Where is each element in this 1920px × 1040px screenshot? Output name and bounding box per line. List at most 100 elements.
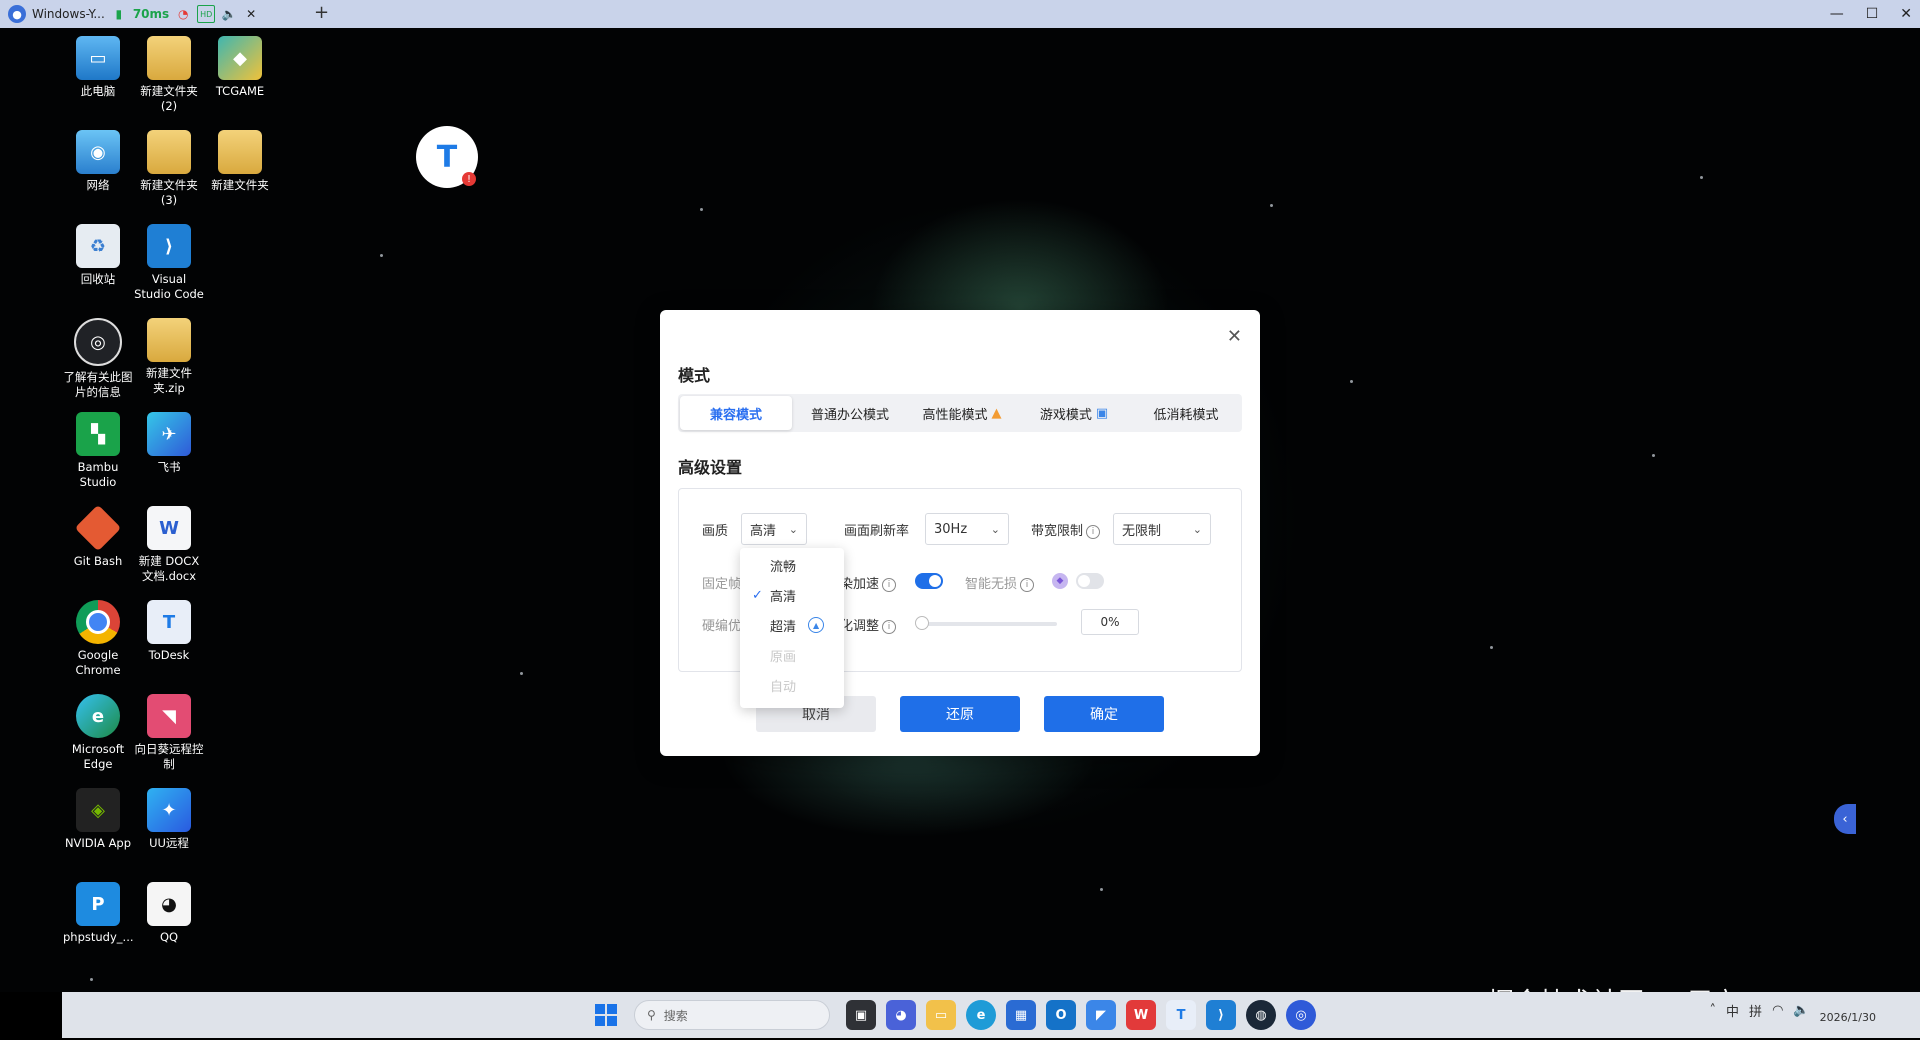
desktop-icon-google-chrome[interactable]: Google Chrome bbox=[63, 600, 133, 678]
record-icon[interactable]: ◔ bbox=[175, 6, 191, 22]
maximize-icon[interactable]: ☐ bbox=[1866, 6, 1879, 22]
close-dialog-icon[interactable]: ✕ bbox=[1227, 326, 1242, 347]
wps-icon[interactable]: W bbox=[1126, 1000, 1156, 1030]
tcgame-icon: ◆ bbox=[218, 36, 262, 80]
quality-option-hd[interactable]: ✓ 高清 bbox=[740, 580, 844, 610]
todesk-taskbar-icon[interactable]: T bbox=[1166, 1000, 1196, 1030]
task-view-icon[interactable]: ▣ bbox=[846, 1000, 876, 1030]
todesk-floating-ball[interactable]: T ! bbox=[416, 126, 478, 188]
desktop-icon-new-folder-2[interactable]: 新建文件夹 (2) bbox=[134, 36, 204, 114]
refresh-rate-select[interactable]: 30Hz ⌄ bbox=[925, 513, 1009, 545]
optimize-percent-input[interactable]: 0% bbox=[1081, 609, 1139, 635]
desktop-icon-qq[interactable]: ◕ QQ bbox=[134, 882, 204, 945]
close-window-icon[interactable]: ✕ bbox=[1900, 6, 1912, 22]
tab-performance-mode[interactable]: 高性能模式 ▲ bbox=[906, 394, 1018, 432]
desktop-icon-microsoft-edge[interactable]: e Microsoft Edge bbox=[63, 694, 133, 772]
steam-icon[interactable]: ◍ bbox=[1246, 1000, 1276, 1030]
outlook-icon[interactable]: O bbox=[1046, 1000, 1076, 1030]
bandwidth-select[interactable]: 无限制 ⌄ bbox=[1113, 513, 1211, 545]
nvidia-icon: ◈ bbox=[76, 788, 120, 832]
desktop-icon-uu-remote[interactable]: ✦ UU远程 bbox=[134, 788, 204, 851]
side-panel-toggle[interactable]: ‹ bbox=[1834, 804, 1856, 834]
edge-icon: e bbox=[76, 694, 120, 738]
vscode-taskbar-icon[interactable]: ⟩ bbox=[1206, 1000, 1236, 1030]
quality-option-uhd[interactable]: 超清 ▲ bbox=[740, 610, 844, 640]
mode-tabs: 兼容模式 普通办公模式 高性能模式 ▲ 游戏模式 ▣ 低消耗模式 bbox=[678, 394, 1242, 432]
desktop-icon-new-folder-zip[interactable]: 新建文件夹.zip bbox=[134, 318, 204, 396]
file-explorer-icon[interactable]: ▭ bbox=[926, 1000, 956, 1030]
store-icon[interactable]: ▦ bbox=[1006, 1000, 1036, 1030]
msi-app-icon[interactable]: ◕ bbox=[886, 1000, 916, 1030]
info-icon[interactable]: i bbox=[882, 620, 897, 634]
render-accel-toggle[interactable] bbox=[915, 573, 943, 589]
desktop-icon-sunlogin[interactable]: ◥ 向日葵远程控制 bbox=[134, 694, 204, 772]
chevron-up-icon[interactable]: ˄ bbox=[1710, 1003, 1717, 1018]
volume-icon[interactable]: 🔈 bbox=[221, 6, 237, 22]
desktop-icon-nvidia-app[interactable]: ◈ NVIDIA App bbox=[63, 788, 133, 851]
option-label: 自动 bbox=[770, 679, 797, 695]
info-icon[interactable]: i bbox=[1020, 578, 1035, 592]
restore-button[interactable]: 还原 bbox=[900, 696, 1020, 732]
tab-game-mode[interactable]: 游戏模式 ▣ bbox=[1018, 394, 1130, 432]
confirm-button[interactable]: 确定 bbox=[1044, 696, 1164, 732]
desktop-icon-network[interactable]: ◉ 网络 bbox=[63, 130, 133, 193]
quality-option-smooth[interactable]: 流畅 bbox=[740, 550, 844, 580]
clock[interactable]: 2026/1/30 bbox=[1820, 996, 1876, 1025]
mode-section-title: 模式 bbox=[678, 366, 711, 385]
edge-taskbar-icon[interactable]: e bbox=[966, 1000, 996, 1030]
desktop-icon-new-folder-3[interactable]: 新建文件夹 (3) bbox=[134, 130, 204, 208]
info-icon[interactable]: i bbox=[882, 578, 897, 592]
bandwidth-label-text: 带宽限制 bbox=[1031, 524, 1084, 539]
desktop-icon-todesk[interactable]: T ToDesk bbox=[134, 600, 204, 663]
folder-icon bbox=[147, 36, 191, 80]
tab-office-mode[interactable]: 普通办公模式 bbox=[794, 394, 906, 432]
wifi-icon[interactable]: ◠ bbox=[1772, 1003, 1783, 1018]
desktop-icon-recycle-bin[interactable]: ♻ 回收站 bbox=[63, 224, 133, 287]
refresh-rate-label: 画面刷新率 bbox=[844, 524, 910, 539]
desktop-icon-label: 新建文件夹 (2) bbox=[140, 84, 198, 113]
desktop-icon-tcgame[interactable]: ◆ TCGAME bbox=[205, 36, 275, 99]
word-document-icon: W bbox=[147, 506, 191, 550]
pinned-app-icon[interactable]: ◤ bbox=[1086, 1000, 1116, 1030]
desktop-icon-vscode[interactable]: ⟩ Visual Studio Code bbox=[134, 224, 204, 302]
tab-low-power-mode[interactable]: 低消耗模式 bbox=[1130, 394, 1242, 432]
smart-lossless-toggle[interactable] bbox=[1076, 573, 1104, 589]
todesk-logo-icon: T bbox=[436, 139, 458, 175]
tab-compat-mode[interactable]: 兼容模式 bbox=[680, 396, 792, 430]
hd-badge[interactable]: HD bbox=[197, 5, 216, 23]
session-tab[interactable]: ● Windows-Y... ▮ 70ms ◔ HD 🔈 ✕ bbox=[8, 3, 259, 25]
fixed-frame-label: 固定帧 bbox=[702, 577, 742, 592]
new-tab-button[interactable]: + bbox=[314, 2, 329, 23]
desktop-icon-spotlight[interactable]: ◎ 了解有关此图片的信息 bbox=[63, 318, 133, 400]
desktop-icon-feishu[interactable]: ✈ 飞书 bbox=[134, 412, 204, 475]
desktop-icon-docx[interactable]: W 新建 DOCX 文档.docx bbox=[134, 506, 204, 584]
start-button[interactable] bbox=[594, 1003, 618, 1027]
close-tab-icon[interactable]: ✕ bbox=[243, 6, 259, 22]
desktop-icon-new-folder[interactable]: 新建文件夹 bbox=[205, 130, 275, 193]
ime-layout[interactable]: 拼 bbox=[1749, 1001, 1762, 1020]
taskbar: ⚲ 搜索 ▣ ◕ ▭ e ▦ O ◤ W T ⟩ ◍ ◎ ˄ 中 拼 ◠ 🔈 2… bbox=[62, 992, 1920, 1038]
session-tab-title: Windows-Y... bbox=[32, 7, 105, 21]
network-globe-icon: ◉ bbox=[76, 130, 120, 174]
minimize-icon[interactable]: — bbox=[1830, 6, 1844, 22]
remote-app-icon[interactable]: ◎ bbox=[1286, 1000, 1316, 1030]
quality-option-original: 原画 bbox=[740, 640, 844, 670]
slider-thumb[interactable] bbox=[915, 616, 929, 630]
quality-select[interactable]: 高清 ⌄ bbox=[741, 513, 807, 545]
star bbox=[1100, 888, 1103, 891]
chevron-down-icon: ⌄ bbox=[990, 522, 1000, 536]
info-icon[interactable]: i bbox=[1086, 525, 1101, 539]
desktop-icon-label: Microsoft Edge bbox=[71, 742, 125, 771]
volume-tray-icon[interactable]: 🔈 bbox=[1793, 1003, 1809, 1018]
taskbar-search[interactable]: ⚲ 搜索 bbox=[634, 1000, 830, 1030]
ime-mode[interactable]: 中 bbox=[1726, 1001, 1739, 1020]
desktop-icon-this-pc[interactable]: ▭ 此电脑 bbox=[63, 36, 133, 99]
desktop-icon-phpstudy[interactable]: P phpstudy_... bbox=[63, 882, 134, 945]
desktop-icon-label: 了解有关此图片的信息 bbox=[63, 370, 133, 399]
desktop-icon-git-bash[interactable]: Git Bash bbox=[63, 504, 133, 569]
star bbox=[1490, 646, 1493, 649]
optimize-slider[interactable] bbox=[915, 616, 1057, 630]
desktop-icon-bambu-studio[interactable]: ▚ Bambu Studio bbox=[63, 412, 133, 490]
option-label: 流畅 bbox=[770, 559, 797, 575]
star bbox=[1350, 380, 1353, 383]
